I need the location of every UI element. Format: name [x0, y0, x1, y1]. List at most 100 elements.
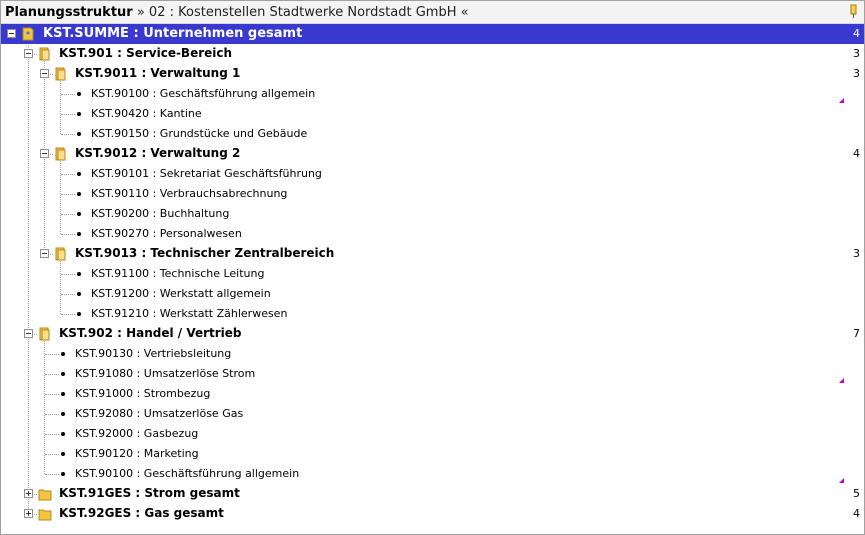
- tree-node-label: KST.91080 : Umsatzerlöse Strom: [75, 367, 256, 380]
- tree-row-folder[interactable]: KST.9011 : Verwaltung 1 3: [1, 64, 864, 84]
- tree-row-leaf[interactable]: KST.91210 : Werkstatt Zählerwesen: [1, 304, 864, 324]
- tree-row-leaf[interactable]: KST.90100 : Geschäftsführung allgemein: [1, 84, 864, 104]
- folder-open-icon: [55, 67, 66, 81]
- collapse-icon[interactable]: [24, 329, 33, 338]
- bullet-icon: [77, 232, 81, 236]
- bullet-icon: [77, 132, 81, 136]
- tree-node-label: KST.90270 : Personalwesen: [91, 227, 242, 240]
- bullet-icon: [77, 172, 81, 176]
- bullet-icon: [61, 352, 65, 356]
- tree-row-leaf[interactable]: KST.91200 : Werkstatt allgemein: [1, 284, 864, 304]
- tree-line: [61, 134, 75, 135]
- tree-line: [61, 214, 75, 215]
- child-count: 7: [853, 327, 860, 340]
- tree-row-leaf[interactable]: KST.90101 : Sekretariat Geschäftsführung: [1, 164, 864, 184]
- note-marker-icon: [839, 478, 844, 483]
- tree-node-label: KST.90100 : Geschäftsführung allgemein: [91, 87, 316, 100]
- child-count: 4: [853, 507, 860, 520]
- tree-line: [45, 414, 59, 415]
- title-bar: Planungsstruktur » 02 : Kostenstellen St…: [1, 1, 864, 24]
- tree-node-label: KST.92000 : Gasbezug: [75, 427, 199, 440]
- expand-icon[interactable]: [24, 509, 33, 518]
- folder-open-icon: [55, 247, 66, 261]
- bullet-icon: [61, 432, 65, 436]
- tree-node-label: KST.92080 : Umsatzerlöse Gas: [75, 407, 244, 420]
- title-bold: Planungsstruktur: [5, 5, 133, 20]
- tree-line: [61, 194, 75, 195]
- tree-node-label: KST.SUMME : Unternehmen gesamt: [43, 26, 303, 41]
- bullet-icon: [77, 192, 81, 196]
- window-title: Planungsstruktur » 02 : Kostenstellen St…: [5, 5, 469, 20]
- planning-structure-window: Planungsstruktur » 02 : Kostenstellen St…: [0, 0, 865, 535]
- tree-node-label: KST.91200 : Werkstatt allgemein: [91, 287, 271, 300]
- folder-open-icon: [39, 327, 50, 341]
- collapse-icon[interactable]: [40, 249, 49, 258]
- note-marker-icon: [839, 98, 844, 103]
- folder-open-icon: [55, 147, 66, 161]
- bullet-icon: [77, 312, 81, 316]
- tree-row-leaf[interactable]: KST.90420 : Kantine: [1, 104, 864, 124]
- tree-line: [45, 434, 59, 435]
- bullet-icon: [61, 412, 65, 416]
- tree-row-leaf[interactable]: KST.91080 : Umsatzerlöse Strom: [1, 364, 864, 384]
- tree-row-leaf[interactable]: KST.90200 : Buchhaltung: [1, 204, 864, 224]
- tree-line: [45, 374, 59, 375]
- tree-row-leaf[interactable]: KST.91000 : Strombezug: [1, 384, 864, 404]
- tree-node-label: KST.90101 : Sekretariat Geschäftsführung: [91, 167, 322, 180]
- tree-node-label: KST.90100 : Geschäftsführung allgemein: [75, 467, 300, 480]
- tree-node-label: KST.9013 : Technischer Zentralbereich: [75, 246, 335, 260]
- tree-node-label: KST.9011 : Verwaltung 1: [75, 66, 241, 80]
- tree-node-label: KST.90200 : Buchhaltung: [91, 207, 230, 220]
- tree-row-folder[interactable]: KST.902 : Handel / Vertrieb 7: [1, 324, 864, 344]
- tree-row-leaf[interactable]: KST.90270 : Personalwesen: [1, 224, 864, 244]
- pin-icon[interactable]: [848, 4, 860, 19]
- tree-row-leaf[interactable]: KST.90120 : Marketing: [1, 444, 864, 464]
- bullet-icon: [77, 92, 81, 96]
- tree-line: [45, 394, 59, 395]
- tree-node-label: KST.90110 : Verbrauchsabrechnung: [91, 187, 288, 200]
- bullet-icon: [77, 112, 81, 116]
- tree-line: [61, 174, 75, 175]
- bullet-icon: [77, 292, 81, 296]
- tree-row-leaf[interactable]: KST.91100 : Technische Leitung: [1, 264, 864, 284]
- folder-closed-icon: [38, 509, 52, 521]
- tree-line: [61, 94, 75, 95]
- tree-row-leaf[interactable]: KST.90100 : Geschäftsführung allgemein: [1, 464, 864, 484]
- tree-line: [45, 474, 59, 475]
- tree-row-leaf[interactable]: KST.90110 : Verbrauchsabrechnung: [1, 184, 864, 204]
- tree-row-root[interactable]: KST.SUMME : Unternehmen gesamt 4: [1, 24, 864, 44]
- tree-row-folder[interactable]: KST.901 : Service-Bereich 3: [1, 44, 864, 64]
- tree-line: [61, 114, 75, 115]
- bullet-icon: [61, 372, 65, 376]
- tree-node-label: KST.91000 : Strombezug: [75, 387, 211, 400]
- collapse-icon[interactable]: [24, 49, 33, 58]
- bullet-icon: [77, 272, 81, 276]
- tree-row-folder[interactable]: KST.92GES : Gas gesamt 4: [1, 504, 864, 524]
- collapse-icon[interactable]: [7, 29, 16, 38]
- bullet-icon: [77, 212, 81, 216]
- expand-icon[interactable]: [24, 489, 33, 498]
- tree-row-folder[interactable]: KST.9012 : Verwaltung 2 4: [1, 144, 864, 164]
- tree-node-label: KST.92GES : Gas gesamt: [59, 506, 224, 520]
- tree-view[interactable]: KST.SUMME : Unternehmen gesamt 4 KST.901…: [1, 24, 864, 534]
- tree-row-leaf[interactable]: KST.92000 : Gasbezug: [1, 424, 864, 444]
- tree-node-label: KST.901 : Service-Bereich: [59, 46, 233, 60]
- note-marker-icon: [839, 378, 844, 383]
- bullet-icon: [61, 452, 65, 456]
- tree-row-folder[interactable]: KST.91GES : Strom gesamt 5: [1, 484, 864, 504]
- title-path: » 02 : Kostenstellen Stadtwerke Nordstad…: [132, 5, 469, 20]
- collapse-icon[interactable]: [40, 69, 49, 78]
- tree-row-leaf[interactable]: KST.90130 : Vertriebsleitung: [1, 344, 864, 364]
- tree-row-leaf[interactable]: KST.90150 : Grundstücke und Gebäude: [1, 124, 864, 144]
- tree-row-folder[interactable]: KST.9013 : Technischer Zentralbereich 3: [1, 244, 864, 264]
- tree-node-label: KST.90150 : Grundstücke und Gebäude: [91, 127, 308, 140]
- bullet-icon: [61, 472, 65, 476]
- child-count: 4: [853, 147, 860, 160]
- tree-node-label: KST.91GES : Strom gesamt: [59, 486, 240, 500]
- tree-node-label: KST.90130 : Vertriebsleitung: [75, 347, 232, 360]
- root-folder-icon: [22, 27, 34, 41]
- tree-row-leaf[interactable]: KST.92080 : Umsatzerlöse Gas: [1, 404, 864, 424]
- tree-node-label: KST.9012 : Verwaltung 2: [75, 146, 241, 160]
- folder-closed-icon: [38, 489, 52, 501]
- collapse-icon[interactable]: [40, 149, 49, 158]
